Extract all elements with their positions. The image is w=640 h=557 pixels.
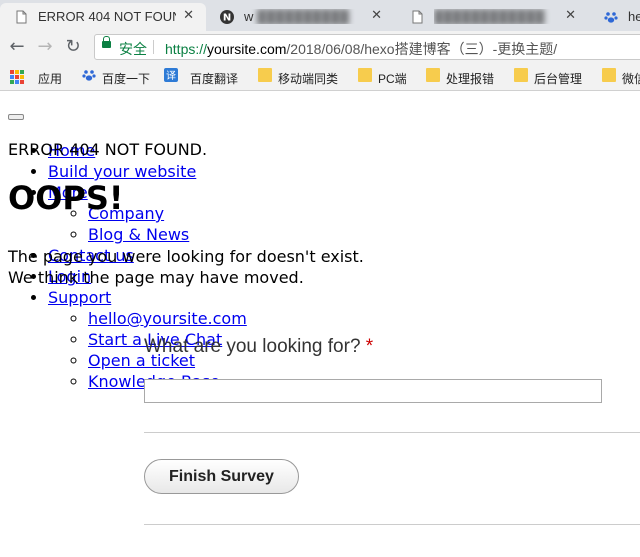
secure-label: 安全 xyxy=(119,41,147,57)
page-content: Home Build your website More Company Blo… xyxy=(0,91,640,557)
bookmark-folder-wechat[interactable]: 微信 xyxy=(602,68,640,87)
url-text: https://yoursite.com/2018/06/08/hexo搭建博客… xyxy=(165,41,558,57)
reload-icon[interactable]: ↻ xyxy=(62,36,84,58)
apps-grid-icon xyxy=(10,70,24,84)
error-message-line1: The page you were looking for doesn't ex… xyxy=(8,247,364,266)
bookmark-baidu[interactable]: 百度一下 xyxy=(82,70,150,87)
back-arrow-icon[interactable]: ← xyxy=(6,36,28,58)
tab-third[interactable]: ████████████ ✕ xyxy=(396,3,590,31)
svg-text:N: N xyxy=(223,13,231,24)
bookmarks-bar: 应用 百度一下 译 百度翻译 移动端同类 PC端 处理报错 后台管理 微信 xyxy=(0,63,640,91)
list-item: hello@yoursite.com xyxy=(88,308,247,329)
address-bar[interactable]: 安全 https://yoursite.com/2018/06/08/hexo搭… xyxy=(94,34,640,60)
baidu-paw-icon xyxy=(82,70,96,81)
tab-title: hexo xyxy=(628,9,640,24)
divider xyxy=(144,432,640,433)
close-tab-icon[interactable]: ✕ xyxy=(565,7,576,23)
menu-toggle-button[interactable] xyxy=(8,114,24,120)
required-mark: * xyxy=(365,336,374,357)
bookmark-folder-pc[interactable]: PC端 xyxy=(358,68,407,87)
svg-text:译: 译 xyxy=(166,70,176,82)
survey-question: What are you looking for? * xyxy=(144,336,374,357)
bookmark-apps[interactable]: 应用 xyxy=(10,70,62,87)
close-tab-icon[interactable]: ✕ xyxy=(183,7,194,23)
folder-icon xyxy=(514,68,528,82)
folder-icon xyxy=(358,68,372,82)
forward-arrow-icon[interactable]: → xyxy=(34,36,56,58)
tab-title: ERROR 404 NOT FOUND xyxy=(38,9,176,24)
page-title: OOPS! xyxy=(8,179,124,217)
tab-strip: ERROR 404 NOT FOUND ✕ N w ██████████ ✕ █… xyxy=(0,0,640,31)
finish-survey-button[interactable]: Finish Survey xyxy=(144,459,299,494)
tab-error-404[interactable]: ERROR 404 NOT FOUND ✕ xyxy=(0,3,206,31)
translate-icon: 译 xyxy=(164,68,178,82)
tab-title: w ██████████ xyxy=(244,9,350,24)
folder-icon xyxy=(258,68,272,82)
nav-link-email[interactable]: hello@yoursite.com xyxy=(88,309,247,328)
folder-icon xyxy=(426,68,440,82)
baidu-paw-icon xyxy=(604,12,618,23)
error-label: ERROR 404 NOT FOUND. xyxy=(8,140,208,159)
nav-link-support[interactable]: Support xyxy=(48,288,111,307)
nav-link-blog[interactable]: Blog & News xyxy=(88,225,189,244)
survey-input[interactable] xyxy=(144,379,602,403)
close-tab-icon[interactable]: ✕ xyxy=(371,7,382,23)
error-message-line2: We think the page may have moved. xyxy=(8,268,304,287)
list-item: Blog & News xyxy=(88,224,247,245)
bookmark-folder-mobile[interactable]: 移动端同类 xyxy=(258,68,338,87)
lock-icon xyxy=(102,36,111,48)
n-logo-icon: N xyxy=(220,10,234,24)
tab-title: ████████████ xyxy=(434,9,545,24)
document-icon xyxy=(412,10,423,24)
folder-icon xyxy=(602,68,616,82)
document-icon xyxy=(16,10,27,24)
bookmark-folder-errors[interactable]: 处理报错 xyxy=(426,68,494,87)
bookmark-folder-admin[interactable]: 后台管理 xyxy=(514,68,582,87)
tab-second[interactable]: N w ██████████ ✕ xyxy=(206,3,396,31)
bookmark-baidu-translate[interactable]: 译 百度翻译 xyxy=(164,68,238,87)
tab-hexo[interactable]: hexo xyxy=(590,3,640,31)
browser-toolbar: ← → ↻ 安全 https://yoursite.com/2018/06/08… xyxy=(0,31,640,63)
divider xyxy=(153,40,154,54)
divider xyxy=(144,524,640,525)
